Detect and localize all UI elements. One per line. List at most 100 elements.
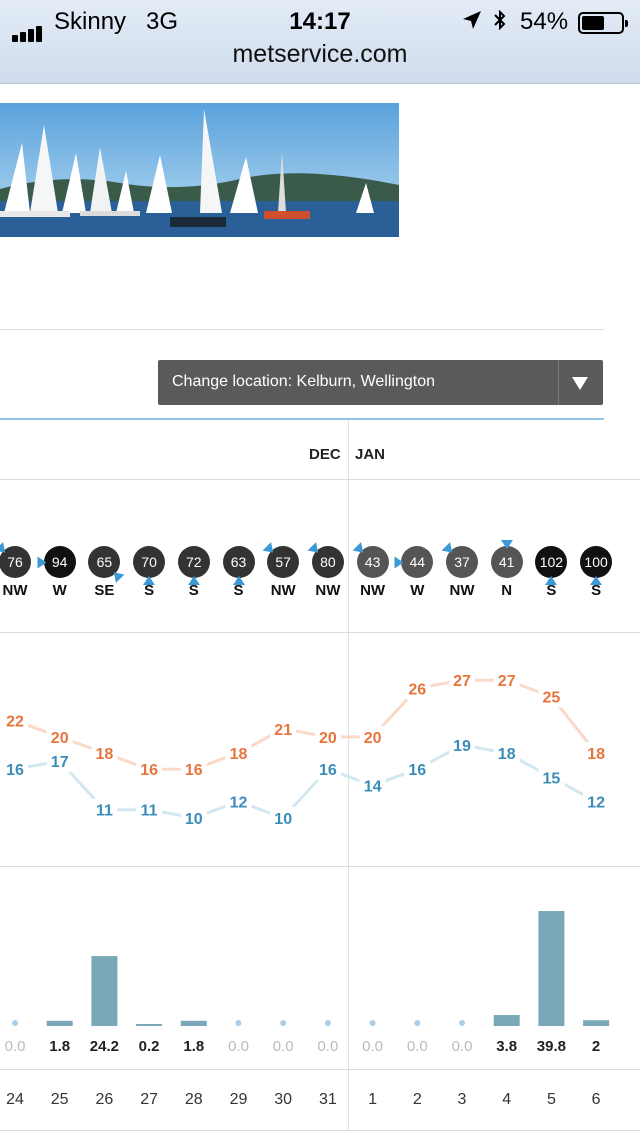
- day-number: 29: [229, 1091, 248, 1108]
- rain-bar: [583, 1020, 610, 1026]
- rain-value-label: 1.8: [49, 1038, 71, 1055]
- high-temp-point-label: 20: [319, 730, 337, 747]
- rain-value-label: 0.0: [272, 1038, 294, 1055]
- high-temp-point-label: 22: [6, 714, 24, 731]
- rain-value-label: 0.0: [228, 1038, 249, 1055]
- rain-zero-dot: [459, 1020, 465, 1026]
- change-location-label: Change location: Kelburn, Wellington: [172, 373, 435, 390]
- low-temp-point-label: 10: [185, 811, 203, 828]
- browser-top-bar: Skinny 3G 14:17 54% metservice.com: [0, 0, 640, 84]
- divider: [0, 1130, 640, 1131]
- dropdown-arrow-icon: [572, 377, 588, 390]
- battery-percent: 54%: [520, 8, 569, 35]
- day-number: 25: [50, 1091, 69, 1108]
- wind-direction-label: NW: [315, 582, 341, 599]
- rain-zero-dot: [369, 1020, 376, 1026]
- wind-direction-arrow-icon: [394, 556, 404, 569]
- rain-value-label: 0.0: [362, 1038, 384, 1055]
- day-number: 1: [368, 1091, 378, 1108]
- month-label-dec: DEC: [309, 446, 341, 463]
- wind-direction-label: NW: [360, 582, 386, 599]
- day-number: 30: [274, 1091, 293, 1108]
- low-temp-point-label: 11: [141, 803, 158, 820]
- rain-value-label: 0.0: [4, 1038, 26, 1055]
- battery-icon: [578, 12, 628, 34]
- divider: [0, 1069, 640, 1070]
- bluetooth-icon: [494, 9, 506, 31]
- high-temp-point-label: 18: [230, 746, 248, 763]
- temperature-chart: 22 20 18 16 16 18 21 20 20 26 27 27 25 18 16 17 11 11 10 12…: [2, 669, 610, 829]
- high-temp-point-label: 20: [51, 730, 69, 747]
- day-number: 28: [184, 1091, 203, 1108]
- dropdown-separator: [558, 360, 559, 405]
- day-number: 5: [546, 1091, 556, 1108]
- wind-direction-label: S: [144, 582, 155, 599]
- high-temp-point-label: 16: [140, 762, 158, 779]
- day-number: 6: [591, 1091, 601, 1108]
- rain-value-label: 0.0: [451, 1038, 473, 1055]
- low-temp-point-label: 16: [319, 762, 337, 779]
- wind-direction-label: NW: [449, 582, 475, 599]
- high-temp-point-label: 20: [364, 730, 382, 747]
- low-temp-point-label: 19: [453, 738, 471, 755]
- wind-direction-label: S: [188, 582, 199, 599]
- rain-bar: [538, 911, 565, 1026]
- wind-direction-label: N: [501, 582, 513, 599]
- rain-zero-dot: [280, 1020, 287, 1026]
- rain-value-label: 2: [591, 1038, 601, 1055]
- rain-zero-dot: [414, 1020, 421, 1026]
- wind-direction-label: S: [233, 582, 244, 599]
- wind-speed-circle: 63: [222, 546, 255, 578]
- wind-speed-circle: 44: [401, 546, 434, 578]
- wind-direction-arrow-icon: [37, 556, 47, 569]
- day-number: 27: [140, 1091, 158, 1108]
- wind-direction-label: S: [546, 582, 557, 599]
- divider: [0, 329, 604, 330]
- high-temp-point-label: 27: [498, 673, 516, 690]
- low-temp-point-label: 15: [543, 770, 561, 787]
- rain-zero-dot: [12, 1020, 18, 1026]
- rain-value-label: 0.0: [406, 1038, 428, 1055]
- low-temp-point-label: 17: [51, 754, 69, 771]
- high-temp-point-label: 21: [274, 722, 292, 739]
- wind-speed-circle: 70: [133, 546, 166, 578]
- low-temp-point-label: 10: [274, 811, 292, 828]
- day-number: 31: [318, 1091, 337, 1108]
- rain-zero-dot: [235, 1020, 242, 1026]
- low-temp-point-label: 16: [6, 762, 24, 779]
- high-temp-point-label: 25: [543, 689, 561, 706]
- day-number: 26: [95, 1091, 114, 1108]
- wind-direction-label: NW: [2, 582, 28, 599]
- rain-bar: [91, 956, 118, 1026]
- url-bar[interactable]: metservice.com: [0, 40, 640, 69]
- month-label-jan: JAN: [355, 446, 386, 463]
- wind-speed-circle: 102: [535, 546, 568, 578]
- day-number: 2: [412, 1091, 422, 1108]
- rain-value-label: 24.2: [89, 1038, 119, 1055]
- wind-speed-circle: 41: [490, 546, 523, 578]
- low-temp-point-label: 12: [587, 795, 605, 812]
- day-number: 3: [457, 1091, 467, 1108]
- wind-direction-label: NW: [270, 582, 296, 599]
- wind-direction-label: S: [591, 582, 602, 599]
- rain-bar: [136, 1024, 163, 1026]
- wind-speed-circle: 100: [580, 546, 613, 578]
- battery-fill: [582, 16, 604, 30]
- rain-value-label: 1.8: [183, 1038, 205, 1055]
- location-arrow-icon: [463, 11, 481, 29]
- wind-direction-label: W: [410, 582, 425, 599]
- wind-direction-arrow-icon: [500, 540, 513, 549]
- rain-bar: [46, 1020, 73, 1026]
- rain-value-label: 0.2: [138, 1038, 160, 1055]
- high-temp-point-label: 16: [185, 762, 203, 779]
- high-temp-point-label: 27: [453, 673, 471, 690]
- wind-speed-circle: 72: [177, 546, 210, 578]
- day-number: 24: [6, 1091, 24, 1108]
- wind-speed-circle: 94: [43, 546, 76, 578]
- status-bar: Skinny 3G 14:17 54%: [0, 6, 640, 42]
- divider: [0, 479, 640, 480]
- change-location-button[interactable]: Change location: Kelburn, Wellington: [158, 360, 603, 405]
- low-temp-point-label: 14: [364, 778, 382, 795]
- rain-bar: [180, 1020, 207, 1026]
- day-number: 4: [502, 1091, 512, 1108]
